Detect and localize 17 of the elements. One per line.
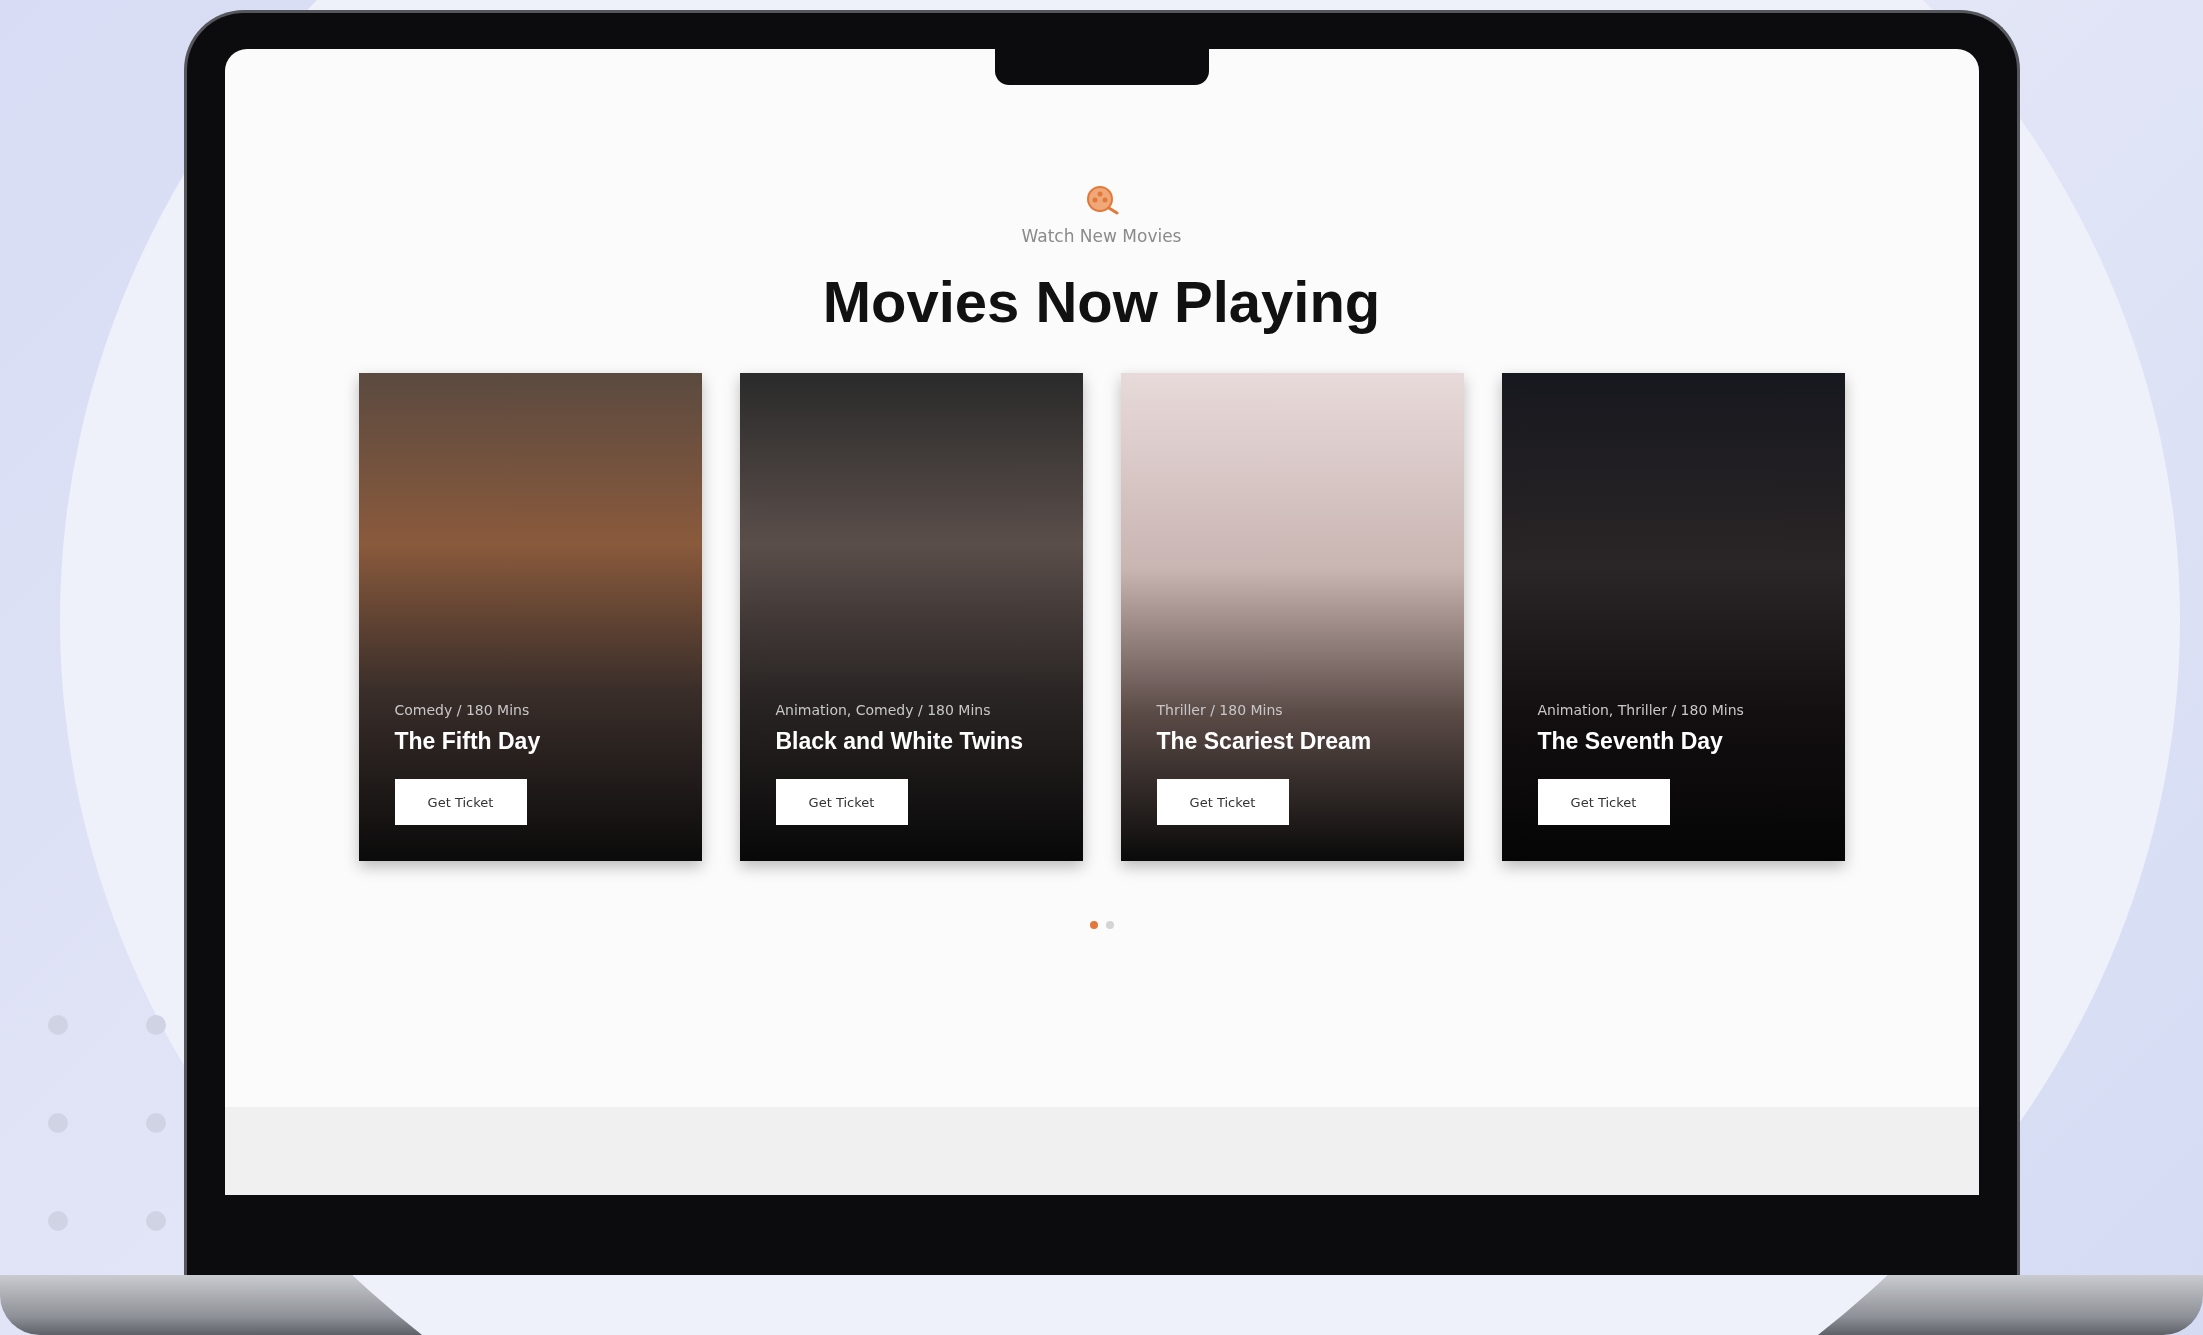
get-ticket-button[interactable]: Get Ticket xyxy=(775,779,908,825)
section-title: Movies Now Playing xyxy=(822,268,1381,335)
movie-title: The Seventh Day xyxy=(1537,728,1724,755)
section-eyebrow: Watch New Movies xyxy=(1021,226,1182,246)
movie-meta: Animation, Thriller / 180 Mins xyxy=(1537,702,1745,718)
movie-meta: Animation, Comedy / 180 Mins xyxy=(775,702,992,718)
movie-meta: Thriller / 180 Mins xyxy=(1156,702,1284,718)
movie-title: The Scariest Dream xyxy=(1156,728,1373,755)
pagination-dot[interactable] xyxy=(1089,921,1098,929)
movie-meta: Comedy / 180 Mins xyxy=(394,702,531,718)
get-ticket-button[interactable]: Get Ticket xyxy=(1537,779,1670,825)
pagination-dot[interactable] xyxy=(1105,921,1114,929)
get-ticket-button[interactable]: Get Ticket xyxy=(394,779,527,825)
dot-pattern xyxy=(146,1015,166,1035)
movie-title: The Fifth Day xyxy=(394,728,542,755)
get-ticket-button[interactable]: Get Ticket xyxy=(1156,779,1289,825)
movie-title: Black and White Twins xyxy=(775,728,1024,755)
